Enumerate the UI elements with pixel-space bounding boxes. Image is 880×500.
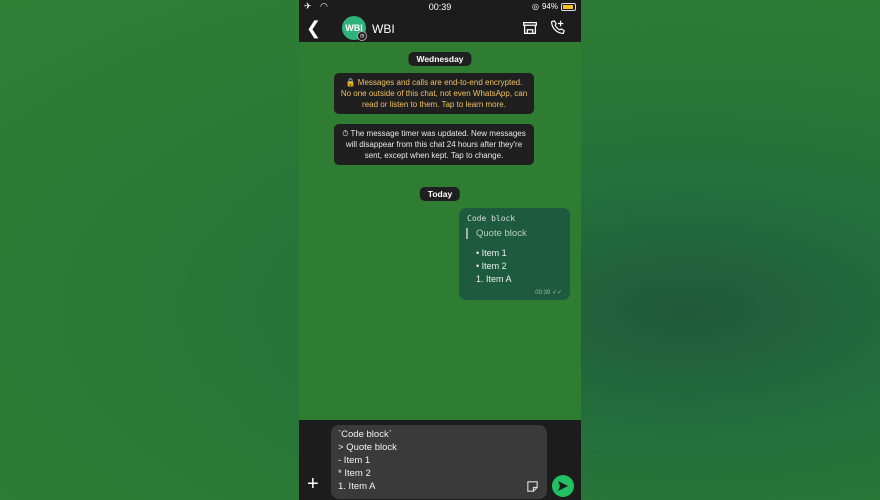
check-icon: ✓✓ (551, 290, 562, 296)
input-line: > Quote block (338, 442, 397, 453)
input-line: 1. Item A (338, 481, 376, 492)
avatar[interactable]: WBI ◷ (342, 16, 367, 41)
message-list-item: • Item 2 (476, 261, 507, 271)
timer-notice[interactable]: ⏱ The message timer was updated. New mes… (334, 124, 534, 165)
sticker-icon[interactable] (526, 480, 539, 493)
contact-name[interactable]: WBI (372, 22, 395, 36)
message-meta: 00:39 ✓✓ (535, 289, 562, 296)
status-bar: ✈ ◠ 00:39 ◎ 94% (299, 0, 581, 15)
chat-area[interactable]: Wednesday 🔒 Messages and calls are end-t… (299, 42, 581, 420)
send-icon (558, 481, 568, 491)
status-right: ◎ 94% (532, 2, 576, 11)
alarm-icon: ◎ (532, 2, 539, 11)
phone-screen: ✈ ◠ 00:39 ◎ 94% ❮ WBI ◷ WBI Wednesday 🔒 … (299, 0, 581, 500)
input-line: `Code block` (338, 429, 392, 440)
store-icon[interactable] (521, 19, 539, 37)
message-list-item: • Item 1 (476, 248, 507, 258)
add-call-icon[interactable] (548, 19, 566, 37)
input-line: * Item 2 (338, 468, 371, 479)
day-label-wednesday: Wednesday (408, 52, 472, 66)
message-quote-block: Quote block (466, 228, 527, 239)
message-bubble[interactable]: Code block Quote block • Item 1 • Item 2… (459, 208, 570, 300)
battery-percent: 94% (541, 2, 558, 11)
composer: + `Code block` > Quote block - Item 1 * … (299, 420, 581, 500)
plus-icon[interactable]: + (307, 473, 319, 495)
message-input[interactable]: `Code block` > Quote block - Item 1 * It… (331, 425, 547, 499)
message-code-block: Code block (467, 214, 516, 223)
input-line: - Item 1 (338, 455, 371, 466)
send-button[interactable] (552, 475, 574, 497)
chat-header: ❮ WBI ◷ WBI (299, 15, 581, 42)
message-time: 00:39 (535, 290, 551, 296)
battery-icon (561, 2, 576, 11)
back-icon[interactable]: ❮ (306, 18, 321, 38)
timer-badge-icon: ◷ (357, 31, 367, 41)
encryption-notice[interactable]: 🔒 Messages and calls are end-to-end encr… (334, 73, 534, 114)
day-label-today: Today (419, 187, 461, 201)
message-list-item: 1. Item A (476, 274, 512, 284)
